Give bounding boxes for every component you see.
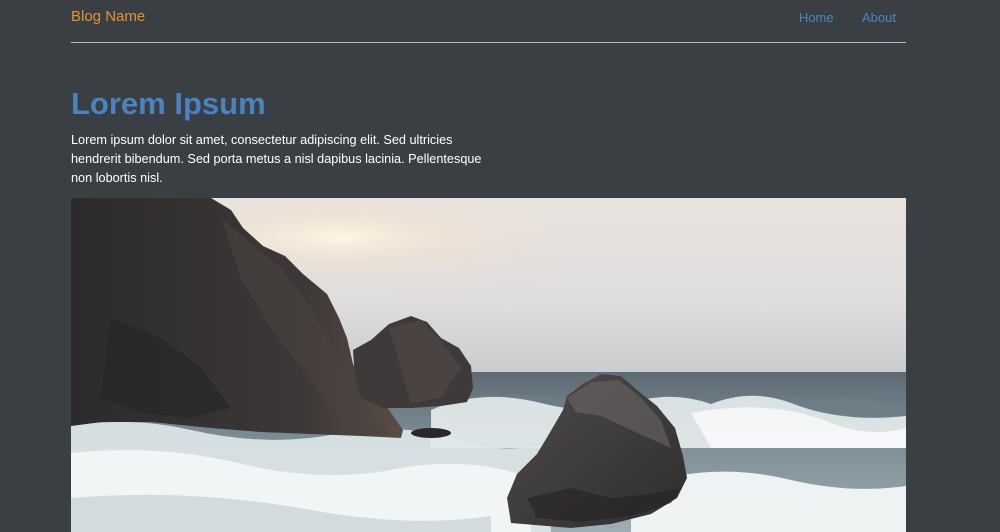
nav-link-about[interactable]: About	[862, 10, 896, 25]
hero-image	[71, 198, 906, 532]
nav-link-home[interactable]: Home	[799, 10, 834, 25]
top-navbar: Blog Name Home About	[71, 0, 906, 43]
article-intro: Lorem ipsum dolor sit amet, consectetur …	[71, 133, 482, 186]
article-title: Lorem Ipsum	[71, 86, 266, 121]
page-container: Blog Name Home About Lorem Ipsum Lorem i…	[71, 0, 906, 532]
nav-links: Home About	[775, 9, 896, 27]
seascape-picture	[71, 198, 906, 532]
blog-name-link[interactable]: Blog Name	[71, 8, 145, 25]
